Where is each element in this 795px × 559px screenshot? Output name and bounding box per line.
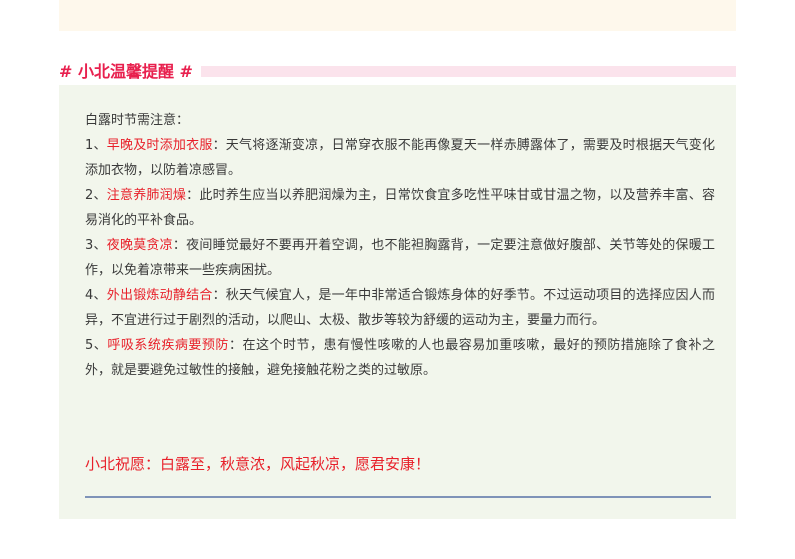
tip-separator: ： bbox=[172, 238, 187, 253]
section-title: # 小北温馨提醒 # bbox=[59, 59, 201, 85]
tip-number: 2、 bbox=[85, 188, 107, 203]
tip-number: 1、 bbox=[85, 138, 107, 153]
divider-line bbox=[85, 496, 711, 498]
tip-item: 4、外出锻炼动静结合：秋天气候宜人，是一年中非常适合锻炼身体的好季节。不过运动项… bbox=[85, 283, 715, 333]
tip-item: 3、夜晚莫贪凉：夜间睡觉最好不要再开着空调，也不能袒胸露背，一定要注意做好腹部、… bbox=[85, 233, 715, 283]
tip-number: 5、 bbox=[85, 338, 108, 353]
section-heading-row: # 小北温馨提醒 # bbox=[59, 59, 736, 85]
intro-text: 白露时节需注意： bbox=[85, 113, 190, 128]
tips-card: 白露时节需注意： 1、早晚及时添加衣服：天气将逐渐变凉，日常穿衣服不能再像夏天一… bbox=[59, 85, 736, 519]
tip-separator: ： bbox=[186, 188, 200, 203]
tip-keyword: 呼吸系统疾病要预防 bbox=[107, 338, 229, 353]
tip-separator: ： bbox=[228, 338, 243, 353]
tip-keyword: 外出锻炼动静结合 bbox=[106, 288, 213, 303]
tip-separator: ： bbox=[212, 138, 226, 153]
tip-item: 1、早晚及时添加衣服：天气将逐渐变凉，日常穿衣服不能再像夏天一样赤膊露体了，需要… bbox=[85, 133, 715, 183]
tip-separator: ： bbox=[212, 288, 226, 303]
tip-item: 2、注意养肺润燥：此时养生应当以养肥润燥为主，日常饮食宜多吃性平味甘或甘温之物，… bbox=[85, 183, 715, 233]
tip-item: 5、呼吸系统疾病要预防：在这个时节，患有慢性咳嗽的人也最容易加重咳嗽，最好的预防… bbox=[85, 333, 715, 383]
tip-number: 4、 bbox=[85, 288, 107, 303]
tip-keyword: 注意养肺润燥 bbox=[106, 188, 187, 203]
top-card bbox=[59, 0, 736, 31]
tip-keyword: 夜晚莫贪凉 bbox=[106, 238, 173, 253]
tip-keyword: 早晚及时添加衣服 bbox=[106, 138, 213, 153]
tip-number: 3、 bbox=[85, 238, 107, 253]
closing-wish: 小北祝愿：白露至，秋意浓，风起秋凉，愿君安康！ bbox=[85, 455, 431, 473]
tips-content: 白露时节需注意： 1、早晚及时添加衣服：天气将逐渐变凉，日常穿衣服不能再像夏天一… bbox=[85, 108, 715, 383]
